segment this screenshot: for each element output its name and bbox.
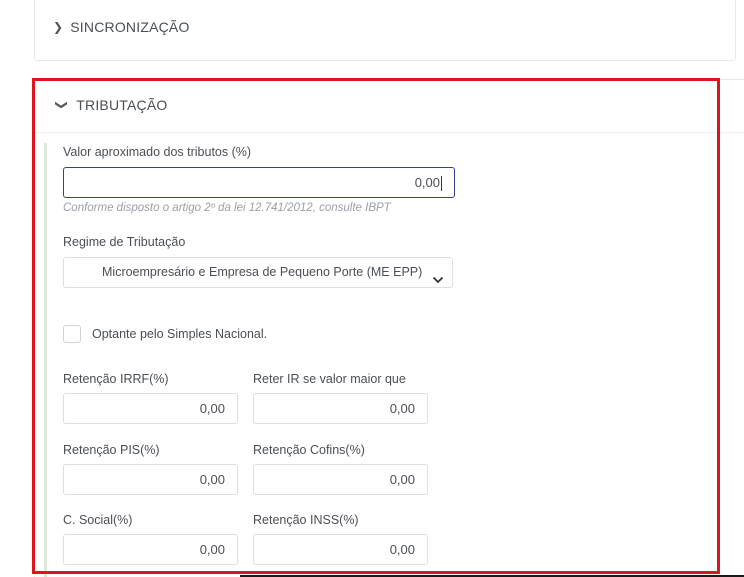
reter-ir-input[interactable]: 0,00 <box>253 393 428 424</box>
retencao-inss-label: Retenção INSS(%) <box>253 513 359 527</box>
retencao-irrf-label: Retenção IRRF(%) <box>63 372 169 386</box>
section-accent-line <box>44 143 47 577</box>
csocial-label: C. Social(%) <box>63 513 133 527</box>
simples-nacional-label: Optante pelo Simples Nacional. <box>92 327 268 341</box>
retencao-cofins-label: Retenção Cofins(%) <box>253 443 365 457</box>
ibpt-link[interactable]: consulte IBPT <box>319 202 391 214</box>
chevron-down-icon: ❯ <box>55 99 70 111</box>
valor-aproximado-input[interactable]: 0,00 <box>63 167 455 198</box>
valor-aproximado-value: 0,00 <box>414 175 440 190</box>
regime-selected-value: Microempresário e Empresa de Pequeno Por… <box>102 265 423 279</box>
retencao-pis-input[interactable]: 0,00 <box>63 464 238 495</box>
tributacao-header[interactable]: ❯ TRIBUTAÇÃO <box>55 97 168 113</box>
text-caret <box>441 176 442 192</box>
chevron-down-icon <box>432 267 444 296</box>
regime-label: Regime de Tributação <box>63 235 186 249</box>
sync-header[interactable]: ❯ SINCRONIZAÇÃO <box>53 19 190 35</box>
retencao-cofins-input[interactable]: 0,00 <box>253 464 428 495</box>
retencao-pis-label: Retenção PIS(%) <box>63 443 160 457</box>
csocial-input[interactable]: 0,00 <box>63 534 238 565</box>
retencao-irrf-input[interactable]: 0,00 <box>63 393 238 424</box>
retencao-inss-input[interactable]: 0,00 <box>253 534 428 565</box>
sync-title: SINCRONIZAÇÃO <box>70 19 190 35</box>
sync-panel: ❯ SINCRONIZAÇÃO <box>34 0 736 61</box>
ibpt-hint: Conforme disposto o artigo 2º da lei 12.… <box>63 202 391 214</box>
chevron-right-icon: ❯ <box>53 20 64 34</box>
valor-aproximado-label: Valor aproximado dos tributos (%) <box>63 145 252 159</box>
ibpt-hint-text: Conforme disposto o artigo 2º da lei 12.… <box>63 202 320 214</box>
simples-nacional-checkbox[interactable] <box>63 325 81 343</box>
tributacao-title: TRIBUTAÇÃO <box>76 97 168 113</box>
regime-select[interactable]: Microempresário e Empresa de Pequeno Por… <box>63 257 453 288</box>
header-divider <box>35 132 744 133</box>
reter-ir-label: Reter IR se valor maior que <box>253 372 406 386</box>
